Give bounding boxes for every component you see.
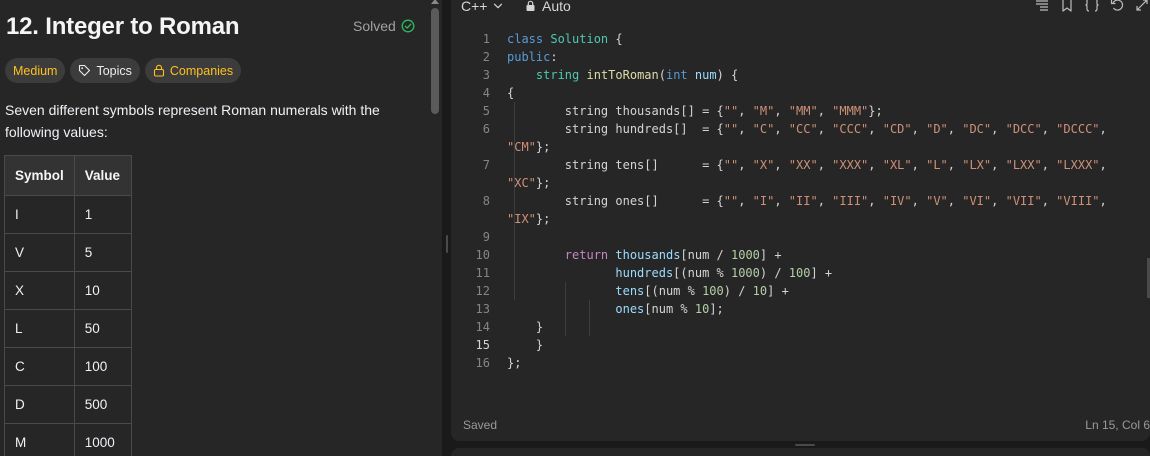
code-line: 14 } (475, 320, 544, 334)
auto-mode[interactable]: Auto (525, 0, 571, 14)
format-icon[interactable] (1034, 0, 1050, 13)
scroll-up-arrow-icon[interactable] (431, 0, 439, 4)
splitter-grip-icon[interactable] (446, 235, 448, 253)
difficulty-tag[interactable]: Medium (5, 58, 66, 83)
difficulty-label: Medium (13, 63, 58, 78)
problem-title: 12. Integer to Roman (6, 13, 240, 40)
table-row: X 10 (4, 271, 132, 310)
table-header-row: Symbol Value (4, 155, 132, 196)
code-line: 7 string tens[] = {"", "X", "XX", "XXX",… (482, 158, 1107, 172)
code-line: 4{ (482, 86, 515, 100)
expand-icon[interactable] (1134, 0, 1150, 13)
solved-status: Solved (353, 18, 415, 34)
panel-splitter[interactable] (442, 0, 451, 456)
problem-description: Seven different symbols represent Roman … (5, 102, 380, 140)
code-line: 1 class Solution { (482, 32, 623, 46)
code-editor[interactable]: C++ Auto 1 class Solution {2 public: 3 … (451, 0, 1150, 441)
code-line: 3 string intToRoman(int num) { (482, 68, 739, 82)
description-scrollbar-thumb[interactable] (431, 8, 439, 114)
vertical-splitter-grip-icon[interactable] (795, 444, 815, 446)
table-row: I1 (4, 195, 132, 234)
value-cell: 5 (73, 233, 132, 272)
value-cell: 500 (73, 385, 132, 424)
value-cell: 50 (73, 309, 132, 348)
reset-icon[interactable] (1109, 0, 1125, 13)
tag-icon (79, 64, 91, 77)
language-selector[interactable]: C++ (461, 0, 503, 14)
symbol-cell: M (4, 423, 75, 456)
code-line-wrap: "CM"}; (507, 140, 551, 154)
symbol-value-table: Symbol Value I1 V5 X 10 L 50 C 100 D 500 M 10… (4, 155, 132, 456)
symbol-cell: D (4, 385, 75, 424)
table-row: D 500 (4, 385, 132, 424)
companies-tag[interactable]: Companies (144, 58, 242, 83)
table-row: C 100 (4, 347, 132, 386)
code-line: 10 return thousands[num / 1000] + (475, 248, 782, 262)
check-circle-icon (401, 19, 415, 33)
language-label: C++ (461, 0, 488, 14)
value-cell: 1 (73, 195, 132, 234)
code-line: 16}; (475, 356, 522, 370)
table-row: L 50 (4, 309, 132, 348)
symbol-cell: I (4, 195, 75, 234)
bookmark-icon[interactable] (1059, 0, 1075, 13)
description-panel: 12. Integer to Roman Solved Medium Topic… (0, 0, 428, 456)
solved-label: Solved (353, 18, 396, 34)
symbol-cell: V (4, 233, 75, 272)
companies-label: Companies (169, 63, 234, 78)
code-line: 2 public: (482, 50, 558, 64)
symbol-cell: X (4, 271, 75, 310)
value-cell: 10 (73, 271, 132, 310)
code-area[interactable]: 1 class Solution { 2 public: 3 string intT… (451, 30, 1150, 372)
editor-actions (1034, 0, 1150, 13)
code-line-wrap: "XC"}; (507, 176, 551, 190)
code-line: 9 (482, 230, 490, 244)
lock-icon (153, 64, 164, 77)
code-line: 8 string ones[] = {"", "I", "II", "III",… (482, 194, 1107, 208)
code-line: 13 ones[num % 10]; (475, 302, 724, 316)
table-row: V5 (4, 233, 132, 272)
chevron-down-icon (494, 3, 503, 9)
code-line: 5 string thousands[] = {"", "M", "MM", "… (482, 104, 883, 118)
code-line: 6 string hundreds[] = {"", "C", "CC", "C… (482, 122, 1107, 136)
tag-row: Medium Topics Companies (5, 58, 242, 83)
editor-toolbar: C++ Auto (451, 0, 1150, 16)
table-row: M 1000 (4, 423, 132, 456)
topics-label: Topics (96, 63, 132, 78)
lock-icon (526, 0, 535, 11)
code-line: 11 hundreds[(num % 1000) / 100] + (475, 266, 833, 280)
cursor-position: Ln 15, Col 6 (1085, 418, 1150, 432)
symbol-cell: L (4, 309, 75, 348)
value-cell: 100 (73, 347, 132, 386)
code-line-wrap: "IX"}; (507, 212, 551, 226)
bottom-panel[interactable] (451, 448, 1150, 456)
code-line-current: 15 } (475, 338, 544, 352)
header-value: Value (73, 155, 132, 196)
braces-icon[interactable] (1084, 0, 1100, 13)
value-cell: 1000 (73, 423, 132, 456)
code-line: 12 tens[(num % 100) / 10] + (475, 284, 789, 298)
mode-label: Auto (542, 0, 571, 14)
header-symbol: Symbol (4, 155, 75, 196)
symbol-cell: C (4, 347, 75, 386)
save-status: Saved (463, 418, 498, 432)
topics-tag[interactable]: Topics (70, 58, 140, 83)
